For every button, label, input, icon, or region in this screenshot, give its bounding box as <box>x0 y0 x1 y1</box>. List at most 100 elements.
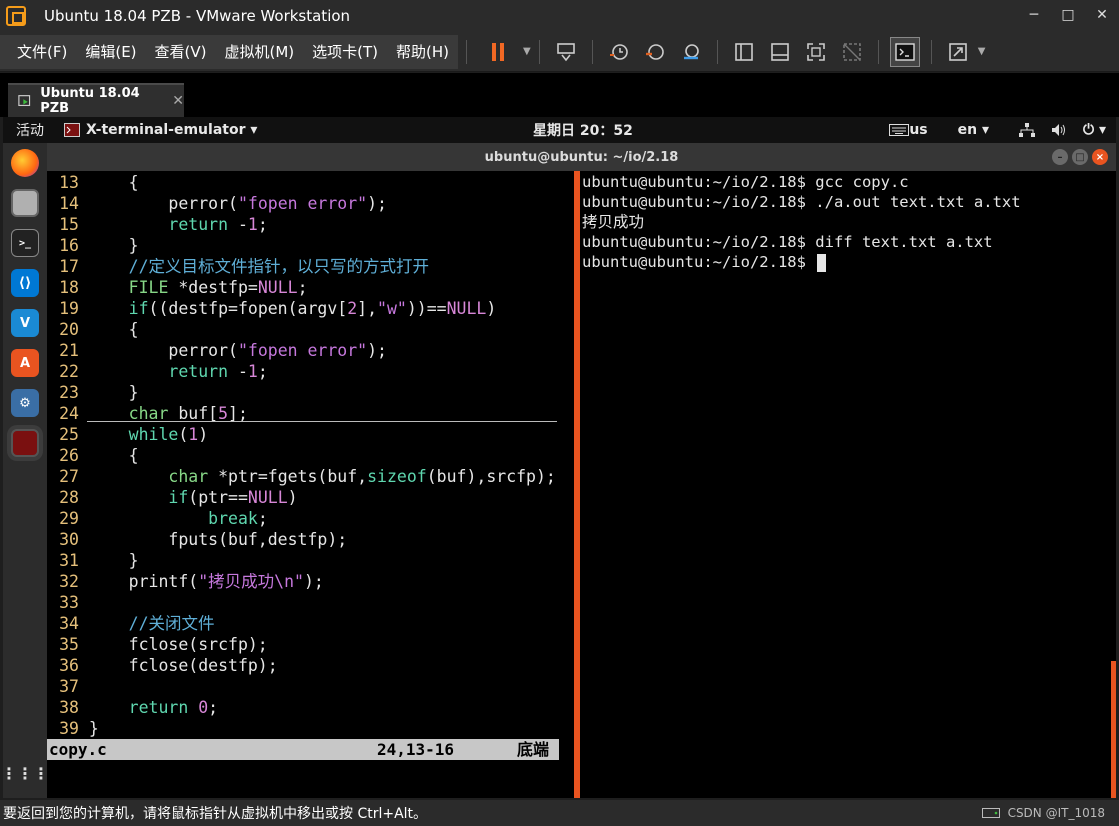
code-text: if(ptr==NULL) <box>168 488 298 507</box>
terminal-app-icon <box>64 123 80 137</box>
window-controls: ─ □ ✕ <box>1017 0 1119 30</box>
code-text: } <box>79 383 139 402</box>
code-text: fclose(destfp); <box>79 656 278 675</box>
clock[interactable]: 星期日 20：52 <box>533 120 633 140</box>
vim-line: 21 perror("fopen error"); <box>47 340 567 361</box>
app-menu[interactable]: X-terminal-emulator ▾ <box>64 122 257 138</box>
vim-line: 15 return -1; <box>47 214 567 235</box>
revert-snapshot-button[interactable] <box>640 37 670 67</box>
stretch-button[interactable] <box>943 37 973 67</box>
vim-line: 27 char *ptr=fgets(buf,sizeof(buf),srcfp… <box>47 466 567 487</box>
toolbar-separator <box>930 39 932 64</box>
firefox-icon[interactable] <box>11 149 39 177</box>
window-title: Ubuntu 18.04 PZB - VMware Workstation <box>44 7 351 25</box>
maximize-button[interactable]: □ <box>1051 0 1085 30</box>
thumbnail-icon <box>770 42 789 61</box>
menu-file[interactable]: 文件(F) <box>8 41 76 62</box>
line-number: 35 <box>59 635 79 654</box>
terminal-close-icon[interactable]: × <box>1092 149 1108 165</box>
close-button[interactable]: ✕ <box>1085 0 1119 30</box>
vim-line: 16 } <box>47 235 567 256</box>
terminal-dock-icon[interactable]: >_ <box>11 229 39 257</box>
code-text: } <box>79 719 99 738</box>
snapshot-button[interactable] <box>604 37 634 67</box>
snapshot-manager-button[interactable] <box>676 37 706 67</box>
code-text: if((destfp=fopen(argv[2],"w"))==NULL) <box>128 299 497 318</box>
vim-line: 37 <box>47 676 567 697</box>
vim-pane[interactable]: 39 } 38 return 0; 37 36 fclose(destfp); 35 … <box>47 171 575 798</box>
network-icon[interactable] <box>1019 123 1036 137</box>
vim-statusline: copy.c 24,13-16 底端 <box>47 739 559 760</box>
vmware-menubar: 文件(F) 编辑(E) 查看(V) 虚拟机(M) 选项卡(T) 帮助(H) ▼ <box>0 32 1119 72</box>
line-number: 17 <box>59 257 79 276</box>
code-text: { <box>79 320 139 339</box>
hard-disk-icon[interactable] <box>981 807 1000 819</box>
console-view-button[interactable] <box>889 36 920 67</box>
line-number: 23 <box>59 383 79 402</box>
menu-edit[interactable]: 编辑(E) <box>76 41 145 62</box>
line-number: 25 <box>59 425 79 444</box>
code-text: perror("fopen error"); <box>79 341 387 360</box>
software-center-icon[interactable]: A <box>11 349 39 377</box>
terminal-maximize-icon[interactable]: □ <box>1072 149 1088 165</box>
ubuntu-topbar: 活动 X-terminal-emulator ▾ 星期日 20：52 us en… <box>3 117 1116 143</box>
vscode-insiders-icon[interactable]: V <box>11 309 39 337</box>
menu-vm[interactable]: 虚拟机(M) <box>216 41 304 62</box>
vim-line: 18 FILE *destfp=NULL; <box>47 277 567 298</box>
watermark: CSDN @IT_1018 <box>1007 806 1105 820</box>
line-number: 20 <box>59 320 79 339</box>
pane-gap <box>559 171 574 798</box>
line-number: 34 <box>59 614 79 633</box>
code-text: while(1) <box>128 425 209 444</box>
shell-scrollbar[interactable] <box>1111 661 1116 798</box>
full-screen-button[interactable] <box>801 37 831 67</box>
network-tools-icon[interactable]: ⚙ <box>11 389 39 417</box>
status-devices: CSDN @IT_1018 <box>981 806 1105 820</box>
show-applications-icon[interactable]: ⋮⋮⋮ <box>1 763 49 783</box>
vmware-statusbar: 要返回到您的计算机，请将鼠标指针从虚拟机中移出或按 Ctrl+Alt。 CSDN… <box>0 800 1119 826</box>
menu-view[interactable]: 查看(V) <box>146 41 216 62</box>
vm-tabstrip: Ubuntu 18.04 PZB ✕ <box>0 73 1119 117</box>
thumbnail-bar-button[interactable] <box>765 37 795 67</box>
code-text: printf("拷贝成功\n"); <box>79 572 324 591</box>
vim-line: 39 } <box>47 718 567 739</box>
system-tray: us en ▾ ⏻ ▾ <box>889 122 1106 138</box>
toolbar-separator <box>591 39 593 64</box>
power-menu[interactable]: ⏻ ▾ <box>1083 122 1106 138</box>
activities-button[interactable]: 活动 <box>16 120 44 140</box>
files-icon[interactable] <box>11 189 39 217</box>
unity-button[interactable] <box>837 37 867 67</box>
code-text: { <box>79 173 139 192</box>
vim-scroll-percent: 底端 <box>517 740 550 759</box>
vim-line: 36 fclose(destfp); <box>47 655 567 676</box>
terminal-body[interactable]: 39 } 38 return 0; 37 36 fclose(destfp); 35 … <box>47 171 1116 798</box>
menu-tabs[interactable]: 选项卡(T) <box>303 41 387 62</box>
menu-help[interactable]: 帮助(H) <box>387 41 458 62</box>
terminal-icon <box>895 42 915 61</box>
code-text: char *ptr=fgets(buf,sizeof(buf),srcfp); <box>168 467 556 486</box>
tab-close-icon[interactable]: ✕ <box>172 93 184 109</box>
stretch-dropdown-icon[interactable]: ▼ <box>978 46 986 57</box>
minimize-button[interactable]: ─ <box>1017 0 1051 30</box>
shell-pane[interactable]: ubuntu@ubuntu:~/io/2.18$ gcc copy.c ubunt… <box>580 171 1116 798</box>
vim-line: 25 while(1) <box>47 424 567 445</box>
vim-line: 30 fputs(buf,destfp); <box>47 529 567 550</box>
volume-icon[interactable] <box>1051 123 1067 137</box>
library-view-button[interactable] <box>729 37 759 67</box>
send-keys-icon <box>556 42 575 61</box>
line-number: 29 <box>59 509 79 528</box>
terminal-minimize-icon[interactable]: – <box>1052 149 1068 165</box>
stretch-icon <box>948 42 967 61</box>
pause-button[interactable] <box>478 37 518 67</box>
send-ctrl-alt-del-button[interactable] <box>551 37 581 67</box>
language-indicator[interactable]: en ▾ <box>958 122 989 138</box>
keyboard-indicator[interactable]: us <box>889 122 928 138</box>
app-menu-label: X-terminal-emulator ▾ <box>86 122 258 138</box>
pause-dropdown-icon[interactable]: ▼ <box>523 46 531 57</box>
vscode-icon[interactable]: ⟨⟩ <box>11 269 39 297</box>
vim-line: 17 //定义目标文件指针，以只写的方式打开 <box>47 256 567 277</box>
active-terminal-icon[interactable] <box>11 429 39 457</box>
tab-ubuntu[interactable]: Ubuntu 18.04 PZB ✕ <box>8 83 184 117</box>
